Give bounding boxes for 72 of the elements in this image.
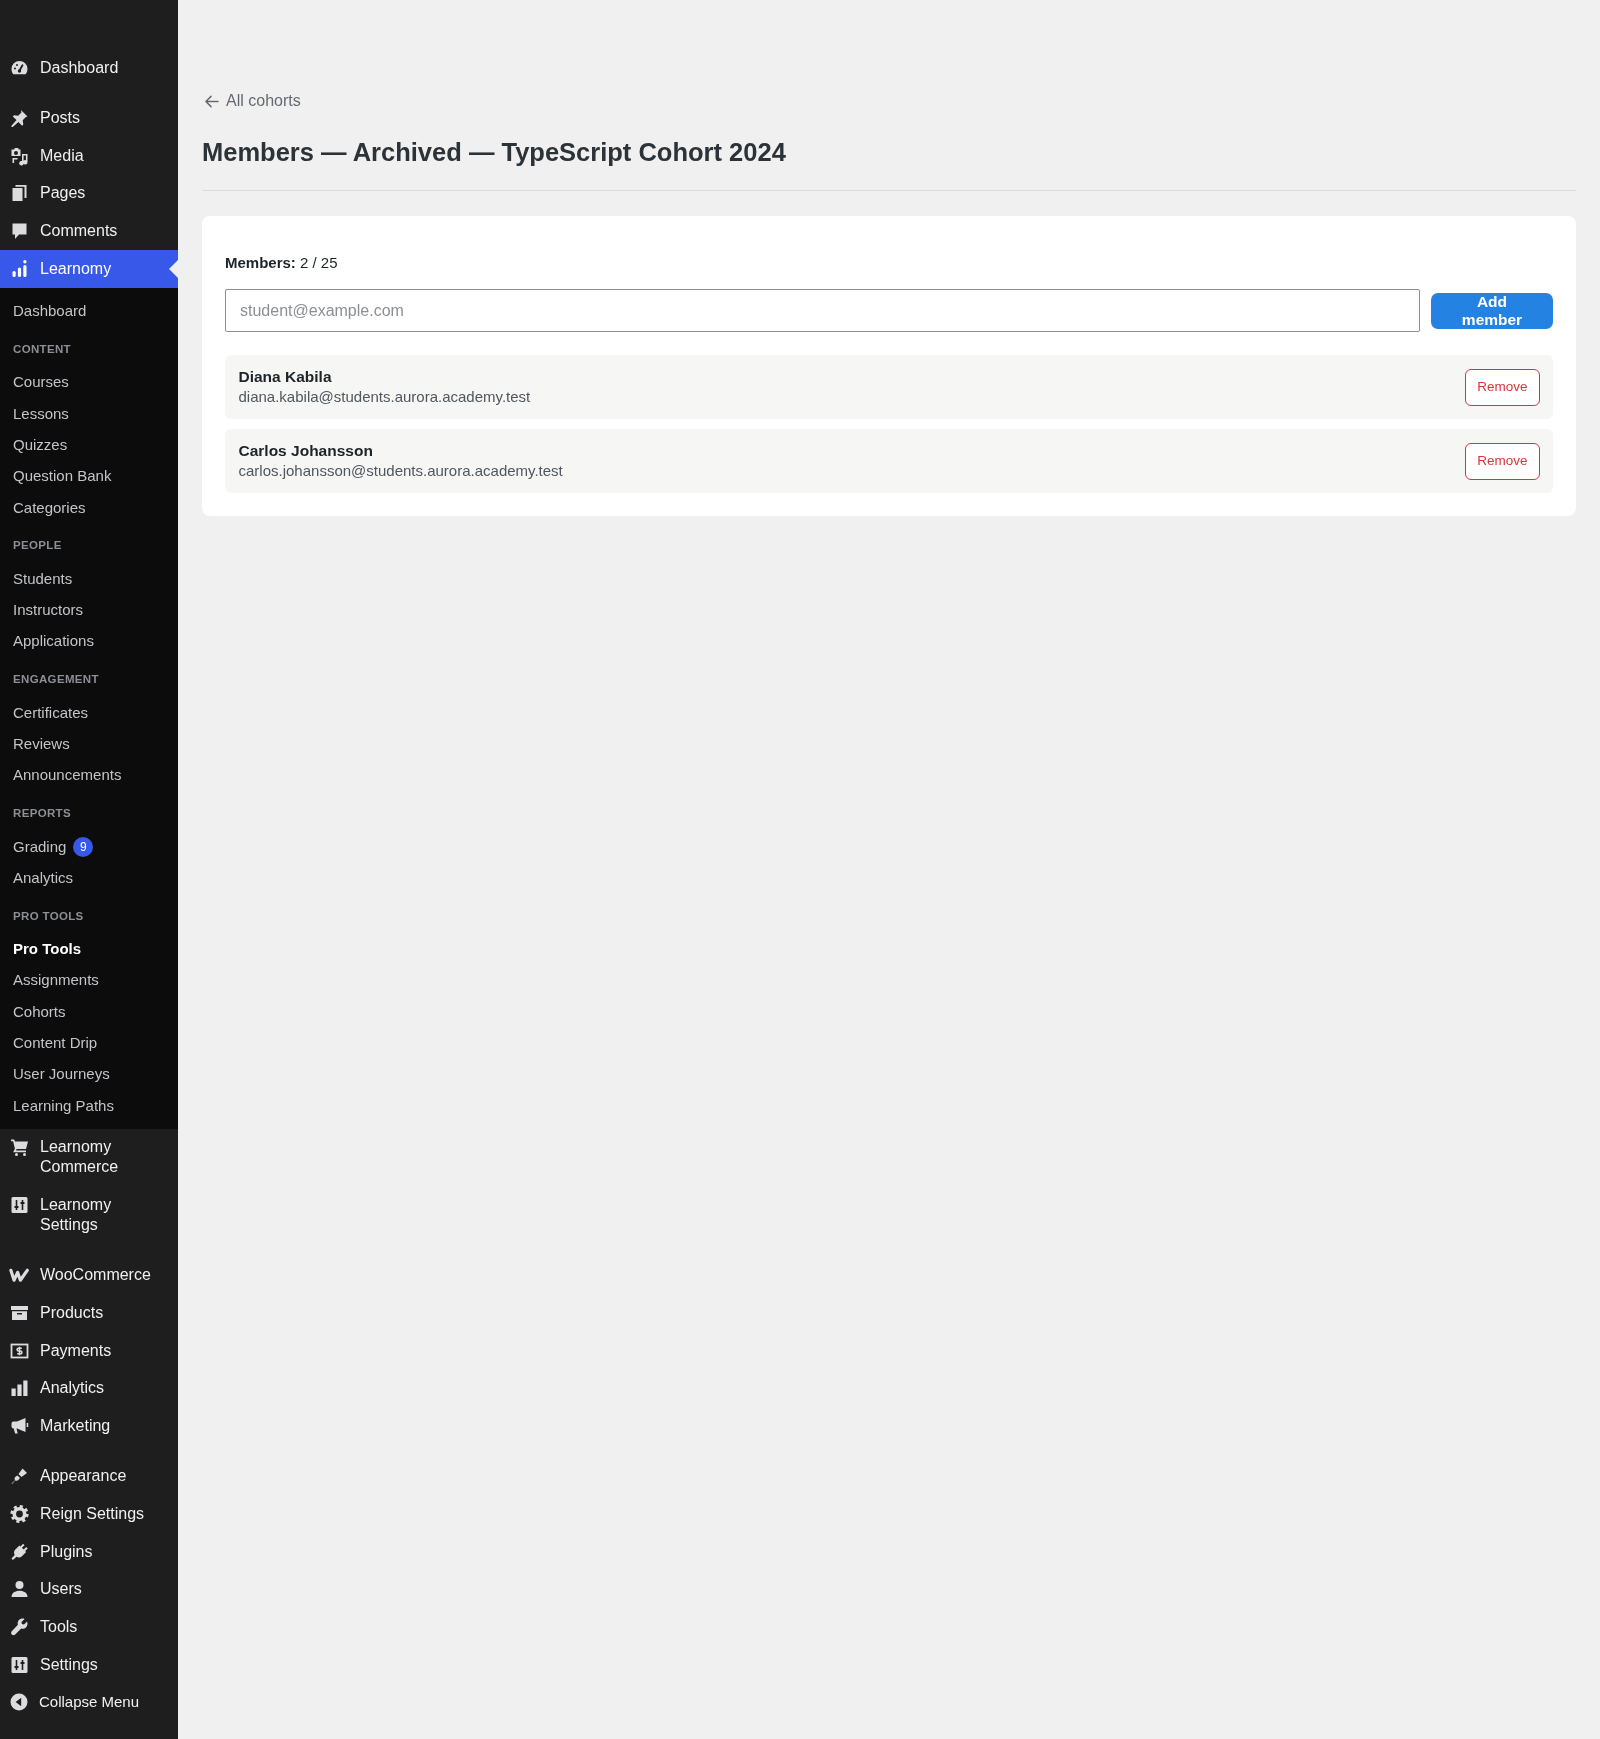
sidebar-menu-item[interactable]: Appearance [0,1457,178,1496]
submenu-item[interactable]: Courses [0,366,178,399]
collapse-menu-button[interactable]: Collapse Menu [0,1683,178,1722]
submenu-item[interactable]: User Journeys [0,1058,178,1091]
sliders-icon [9,1195,30,1216]
sidebar-menu-item[interactable]: WooCommerce [0,1256,178,1295]
sidebar-menu-item[interactable]: Settings [0,1645,178,1684]
circle-arrow-left-icon [9,1692,29,1713]
pushpin-icon [9,108,30,129]
member-name: Carlos Johansson [238,441,373,461]
submenu-heading: ENGAGEMENT [12,672,99,688]
submenu-item[interactable]: Reviews [0,728,178,760]
sidebar-menu-item[interactable]: Media [0,136,178,175]
member-email: diana.kabila@students.aurora.academy.test [238,387,531,407]
submenu-heading: CONTENT [12,341,71,357]
submenu-item[interactable]: Content Drip [0,1027,178,1059]
add-member-button[interactable]: Add member [1431,292,1553,329]
submenu-item[interactable]: Instructors [0,594,178,626]
remove-button[interactable]: Remove [1465,368,1540,406]
submenu-item[interactable]: Pro Tools [0,933,178,966]
bar-chart-icon [9,1378,30,1399]
cart-icon [9,1137,30,1158]
sidebar-menu-item[interactable]: Users [0,1570,178,1609]
wrench-icon [9,1616,30,1637]
person-icon [9,1579,30,1600]
sidebar-menu-item[interactable]: Products [0,1294,178,1332]
camera-and-note-icon [9,145,30,166]
submenu-heading: REPORTS [12,806,71,822]
sidebar-menu-item[interactable]: Payments [0,1331,178,1370]
sliders-icon [9,1654,30,1675]
sidebar-menu-item[interactable]: Marketing [0,1407,178,1445]
paintbrush-icon [9,1466,30,1487]
submenu-item[interactable]: Grading 9 [0,831,178,863]
member-count: Members: 2 / 25 [225,253,338,273]
submenu-heading: PRO TOOLS [12,908,84,924]
member-email: carlos.johansson@students.aurora.academy.test [238,461,563,481]
submenu-item[interactable]: Students [0,563,178,595]
submenu-item[interactable]: Learning Paths [0,1090,178,1122]
remove-button[interactable]: Remove [1465,442,1540,480]
sidebar-menu-item[interactable]: Dashboard [0,49,178,87]
member-name: Diana Kabila [238,367,332,387]
back-arrow-icon [204,94,219,108]
submenu-item[interactable]: Categories [0,492,178,524]
submenu-item[interactable]: Quizzes [0,429,178,461]
current-page-notch-icon [169,259,178,278]
sidebar-menu-item[interactable]: Plugins [0,1532,178,1571]
submenu-item[interactable]: Dashboard [0,295,178,327]
submenu-item[interactable]: Applications [0,626,178,658]
sidebar-menu-item[interactable]: Posts [0,99,178,137]
email-input-field[interactable]: student@example.com [225,289,1420,332]
sidebar-menu-item[interactable]: Tools [0,1608,178,1646]
sidebar-menu-item[interactable]: Learnomy Settings [0,1186,178,1244]
sidebar-menu-item[interactable]: Learnomy Commerce [0,1128,178,1187]
sidebar-menu-item[interactable]: Learnomy [0,249,178,288]
sidebar-menu-item[interactable]: Comments [0,212,178,250]
submenu-item[interactable]: Question Bank [0,460,178,493]
submenu-item[interactable]: Lessons [0,398,178,430]
page-title: Members — Archived — TypeScript Cohort 2024 [202,137,786,168]
sidebar-menu-item[interactable]: Reign Settings [0,1495,178,1533]
back-link[interactable]: All cohorts [204,91,301,111]
submenu-item[interactable]: Certificates [0,697,178,729]
submenu-item[interactable]: Assignments [0,965,178,997]
submenu-heading: PEOPLE [12,538,62,554]
submenu-item[interactable]: Analytics [0,862,178,894]
sidebar-menu-item[interactable]: Analytics [0,1369,178,1408]
gear-icon [9,1503,30,1524]
sidebar-menu-item[interactable]: Pages [0,174,178,213]
submenu-item[interactable]: Cohorts [0,996,178,1028]
megaphone-icon [9,1416,30,1437]
plug-icon [9,1541,30,1562]
submenu-item[interactable]: Announcements [0,759,178,792]
count-badge: 9 [73,836,94,857]
